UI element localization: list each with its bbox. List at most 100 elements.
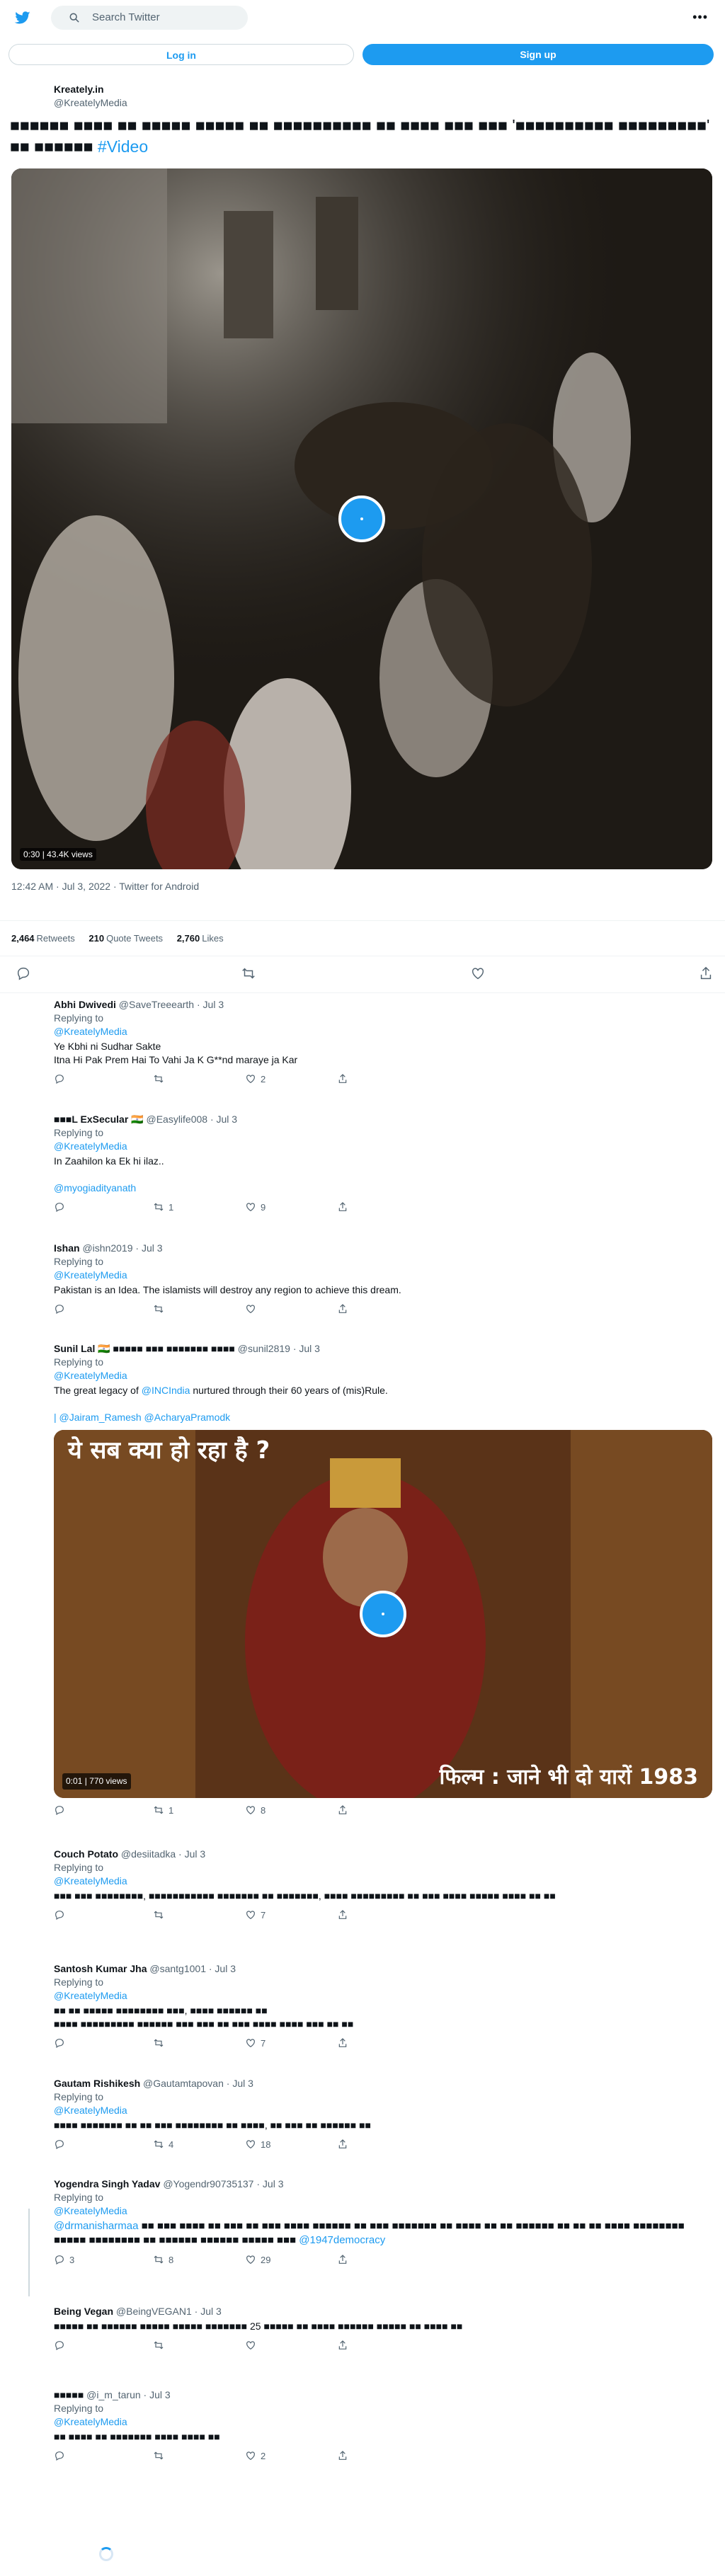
retweet-action[interactable] (153, 1908, 169, 1921)
like-action[interactable]: 18 (245, 2138, 270, 2151)
play-button[interactable] (360, 1591, 406, 1637)
reply-tweet[interactable]: ■■■L ExSecular 🇮🇳 @Easylife008 · Jul 3 Re… (54, 1113, 712, 1216)
reply-author-handle[interactable]: @desiitadka (121, 1848, 176, 1860)
share-action[interactable] (337, 2138, 348, 2151)
retweet-action[interactable] (153, 1303, 169, 1315)
author-name[interactable]: Kreately.in (54, 84, 127, 95)
reply-icon[interactable] (54, 1073, 65, 1084)
reply-author-name[interactable]: Yogendra Singh Yadav (54, 2178, 160, 2189)
reply-tweet[interactable]: Santosh Kumar Jha @santg1001 · Jul 3 Repl… (54, 1962, 712, 2052)
retweet-icon[interactable] (153, 2037, 164, 2049)
reply-tweet[interactable]: Yogendra Singh Yadav @Yogendr90735137 · … (54, 2177, 712, 2269)
retweet-icon[interactable] (153, 1804, 164, 1816)
share-icon[interactable] (337, 1303, 348, 1315)
share-icon[interactable] (337, 1804, 348, 1816)
retweet-icon[interactable] (153, 1073, 164, 1084)
reply-icon[interactable] (54, 2340, 65, 2351)
like-action[interactable] (245, 2339, 261, 2352)
hashtag-link[interactable]: #Video (98, 137, 148, 156)
reply-mention[interactable]: @1947democracy (299, 2234, 385, 2246)
reply-author-handle[interactable]: @BeingVEGAN1 (116, 2306, 192, 2317)
reply-author-name[interactable]: Sunil Lal 🇮🇳 ■■■■■ ■■■ ■■■■■■■ ■■■■ (54, 1343, 235, 1354)
reply-tweet[interactable]: Sunil Lal 🇮🇳 ■■■■■ ■■■ ■■■■■■■ ■■■■ @sun… (54, 1342, 712, 1819)
reply-mentions[interactable]: | @Jairam_Ramesh @AcharyaPramodk (54, 1411, 712, 1424)
share-icon[interactable] (337, 1201, 348, 1213)
replying-to-handle[interactable]: @KreatelyMedia (54, 2104, 712, 2117)
like-icon[interactable] (245, 2037, 256, 2049)
retweet-stat[interactable]: 2,464 Retweets (11, 933, 75, 944)
reply-author-handle[interactable]: @SaveTreeearth (119, 999, 194, 1010)
likes-stat[interactable]: 2,760 Likes (177, 933, 224, 944)
reply-icon[interactable] (54, 1201, 65, 1213)
retweet-icon[interactable] (153, 2139, 164, 2150)
share-icon[interactable] (337, 2340, 348, 2351)
retweet-action[interactable] (153, 2449, 169, 2462)
reply-icon[interactable] (54, 2254, 65, 2265)
reply-tweet[interactable]: Gautam Rishikesh @Gautamtapovan · Jul 3R… (54, 2077, 712, 2153)
like-icon[interactable] (245, 1909, 256, 1920)
reply-action[interactable] (54, 2037, 69, 2049)
reply-action[interactable] (54, 1908, 69, 1921)
reply-video[interactable]: ये सब क्या हो रहा है ? फिल्म : जाने भी दो… (54, 1430, 712, 1798)
reply-icon[interactable] (54, 2450, 65, 2461)
retweet-icon[interactable] (153, 2450, 164, 2461)
like-icon[interactable] (245, 1804, 256, 1816)
reply-action[interactable] (54, 1201, 69, 1213)
reply-author-handle[interactable]: @ishn2019 (82, 1242, 132, 1254)
retweet-icon[interactable] (153, 2340, 164, 2351)
reply-date[interactable]: · Jul 3 (178, 1848, 205, 1860)
like-icon[interactable] (245, 2340, 256, 2351)
share-icon[interactable] (337, 1909, 348, 1920)
reply-icon[interactable] (54, 1303, 65, 1315)
like-icon[interactable] (245, 1303, 256, 1315)
retweet-action[interactable]: 1 (153, 1804, 173, 1816)
like-icon[interactable] (245, 2254, 256, 2265)
reply-author-handle[interactable]: @sunil2819 (238, 1343, 290, 1354)
reply-tweet[interactable]: Being Vegan @BeingVEGAN1 · Jul 3 ■■■■■ ■■… (54, 2305, 712, 2354)
reply-icon[interactable] (54, 2037, 65, 2049)
reply-tweet[interactable]: Couch Potato @desiitadka · Jul 3 Replying… (54, 1848, 712, 1924)
reply-author-handle[interactable]: @Yogendr90735137 (163, 2178, 253, 2189)
retweet-action[interactable] (153, 2037, 169, 2049)
reply-author-name[interactable]: Couch Potato (54, 1848, 118, 1860)
reply-author-handle[interactable]: @santg1001 (149, 1963, 206, 1974)
reply-icon[interactable] (54, 1909, 65, 1920)
reply-date[interactable]: · Jul 3 (195, 2306, 222, 2317)
share-icon[interactable] (337, 2037, 348, 2049)
reply-date[interactable]: · Jul 3 (256, 2178, 283, 2189)
like-icon[interactable] (470, 966, 486, 981)
share-action[interactable] (337, 2449, 348, 2462)
replying-to-handle[interactable]: @KreatelyMedia (54, 1989, 712, 2003)
reply-author-name[interactable]: ■■■■■ (54, 2389, 84, 2400)
reply-mention[interactable]: @drmanisharmaa (54, 2220, 138, 2232)
play-button[interactable] (338, 496, 385, 542)
retweet-action[interactable] (153, 1072, 169, 1085)
login-button[interactable]: Log in (8, 44, 354, 65)
share-action[interactable] (337, 2339, 348, 2352)
reply-action[interactable] (54, 1072, 69, 1085)
retweet-icon[interactable] (153, 1303, 164, 1315)
reply-icon[interactable] (16, 966, 31, 981)
share-icon[interactable] (337, 2254, 348, 2265)
replying-to-handle[interactable]: @KreatelyMedia (54, 2204, 712, 2218)
retweet-action[interactable]: 8 (153, 2253, 173, 2266)
reply-date[interactable]: · Jul 3 (135, 1242, 162, 1254)
reply-author-name[interactable]: Being Vegan (54, 2306, 113, 2317)
like-action[interactable]: 2 (245, 1072, 266, 1085)
replying-to-handle[interactable]: @KreatelyMedia (54, 2415, 712, 2429)
retweet-icon[interactable] (153, 1909, 164, 1920)
reply-mention[interactable]: @INCIndia (142, 1385, 190, 1396)
share-icon[interactable] (698, 966, 714, 981)
like-icon[interactable] (245, 1201, 256, 1213)
share-action[interactable] (337, 1908, 348, 1921)
reply-tweet[interactable]: Ishan @ishn2019 · Jul 3 Replying to @Kreat… (54, 1242, 712, 1318)
reply-action[interactable] (54, 2449, 69, 2462)
like-action[interactable]: 29 (245, 2253, 270, 2266)
search-box[interactable]: Search Twitter (51, 6, 248, 30)
share-icon[interactable] (337, 2450, 348, 2461)
retweet-icon[interactable] (241, 966, 256, 981)
retweet-action[interactable]: 4 (153, 2138, 173, 2151)
like-action[interactable] (245, 1303, 261, 1315)
quote-stat[interactable]: 210 Quote Tweets (89, 933, 163, 944)
retweet-action[interactable] (153, 2339, 169, 2352)
